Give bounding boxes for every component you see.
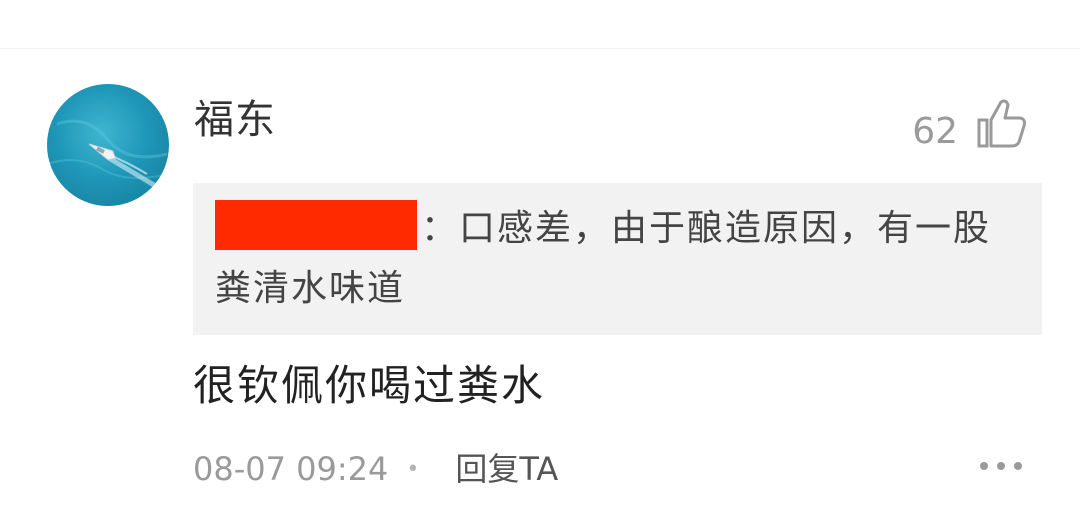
redacted-username <box>215 200 417 250</box>
more-dots-icon[interactable] <box>976 450 1026 482</box>
comment-body: 很钦佩你喝过粪水 <box>193 361 546 410</box>
comment-username[interactable]: 福东 <box>194 92 276 148</box>
quoted-comment[interactable]: ：口感差，由于酿造原因，有一股粪清水味道 <box>193 183 1042 335</box>
boat-avatar-image <box>47 119 169 191</box>
top-divider <box>0 48 1080 49</box>
quoted-comment-text: ：口感差，由于酿造原因，有一股粪清水味道 <box>215 199 1015 319</box>
comment-meta: 08-07 09:24 • 回复TA <box>193 448 558 491</box>
meta-separator: • <box>406 457 420 482</box>
thumbs-up-icon[interactable] <box>974 96 1030 152</box>
comment-timestamp: 08-07 09:24 <box>193 450 389 488</box>
like-count: 62 <box>912 111 958 152</box>
user-avatar[interactable] <box>47 84 169 206</box>
reply-button[interactable]: 回复TA <box>455 450 558 488</box>
